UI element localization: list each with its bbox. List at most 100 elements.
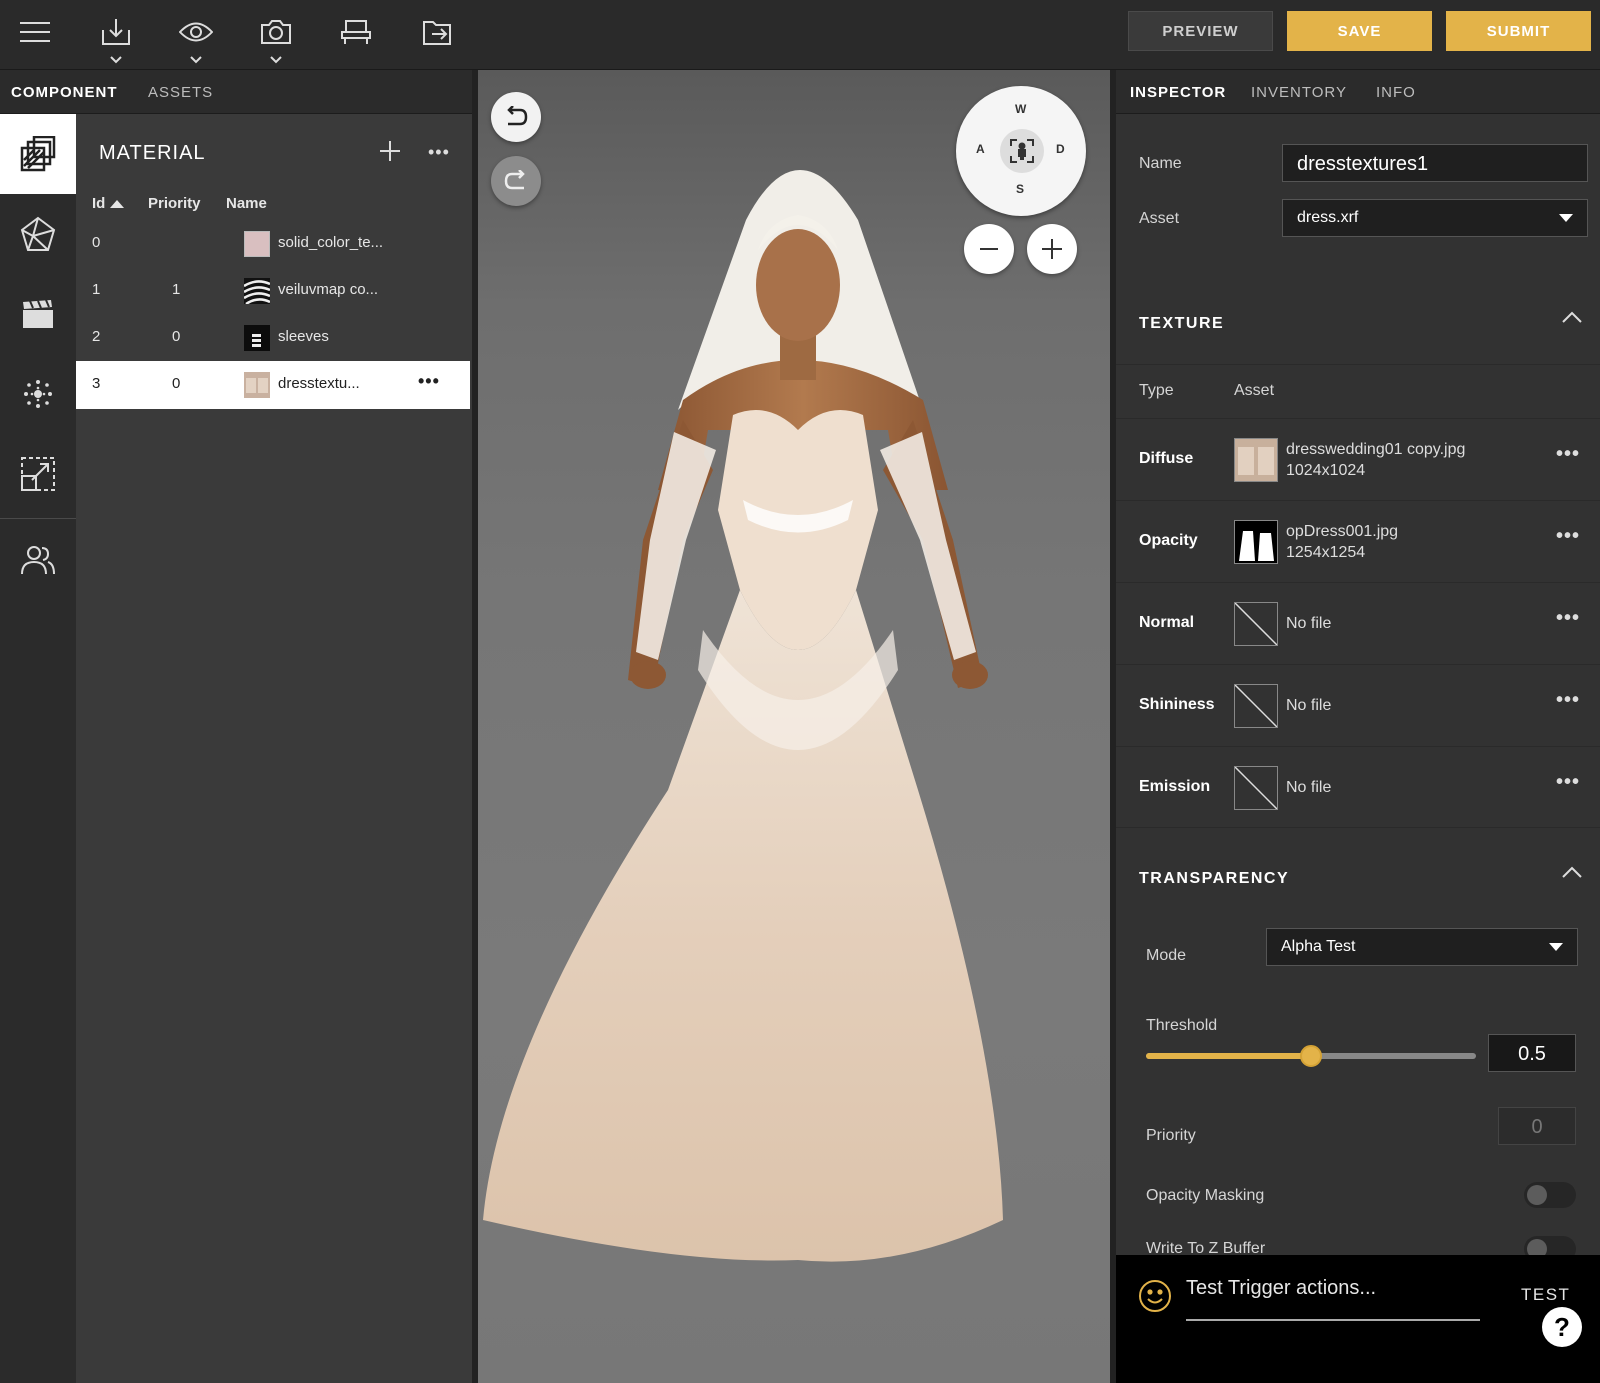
veil-texture-thumbnail [243,278,271,306]
avatar-model [483,170,1003,1262]
empty-texture-icon [1234,684,1278,728]
tab-component[interactable]: COMPONENT [11,84,118,101]
texture-row-opacity[interactable]: Opacity opDress001.jpg 1254x1254 ••• [1116,500,1600,582]
compass-a[interactable]: A [976,142,985,156]
texture-more-button[interactable]: ••• [1556,689,1580,712]
preview-button[interactable]: PREVIEW [1128,11,1273,51]
texture-type: Normal [1139,614,1195,631]
texture-more-button[interactable]: ••• [1556,607,1580,630]
undo-button[interactable] [491,92,541,142]
compass-s[interactable]: S [1016,182,1024,196]
texture-section-header[interactable]: TEXTURE [1116,285,1600,365]
rail-mesh[interactable] [0,194,76,274]
download-icon[interactable] [96,12,136,64]
threshold-input[interactable]: 0.5 [1488,1034,1576,1072]
chevron-up-icon [1562,311,1582,323]
trigger-input[interactable]: Test Trigger actions... [1186,1277,1480,1321]
plus-icon [1042,239,1062,259]
mode-dropdown[interactable]: Alpha Test [1266,928,1578,966]
focus-avatar-button[interactable] [1000,129,1044,173]
camera-icon[interactable] [256,12,296,64]
submit-button[interactable]: SUBMIT [1446,11,1591,51]
mesh-icon [20,216,56,251]
tab-inventory[interactable]: INVENTORY [1251,84,1347,101]
material-more-button[interactable]: ••• [428,142,450,163]
rail-scale[interactable] [0,434,76,514]
export-icon[interactable] [418,12,458,52]
chevron-down-icon [190,56,202,64]
row-id: 1 [92,281,101,298]
empty-texture-icon [1234,602,1278,646]
column-header-name[interactable]: Name [226,195,267,212]
row-id: 0 [92,234,101,251]
tab-info[interactable]: INFO [1376,84,1416,101]
texture-type-header: Type [1139,382,1174,399]
texture-row-emission[interactable]: Emission No file ••• [1116,746,1600,828]
row-name: veiluvmap co... [278,281,379,298]
redo-button[interactable] [491,156,541,206]
rail-users[interactable] [0,520,76,600]
rail-particles[interactable] [0,354,76,434]
texture-more-button[interactable]: ••• [1556,771,1580,794]
compass-w[interactable]: W [1015,102,1026,116]
texture-type: Emission [1139,778,1211,795]
chair-icon[interactable] [336,12,376,52]
zoom-out-button[interactable] [964,224,1014,274]
mode-label: Mode [1146,947,1187,964]
texture-more-button[interactable]: ••• [1556,525,1580,548]
threshold-slider[interactable] [1146,1045,1476,1067]
left-tab-bar: COMPONENT ASSETS [0,70,472,114]
redo-icon [504,170,525,190]
transparency-title: TRANSPARENCY [1139,870,1290,887]
menu-icon[interactable] [15,12,55,52]
texture-type: Opacity [1139,532,1198,549]
row-more-button[interactable]: ••• [418,371,440,392]
smiley-icon[interactable] [1138,1279,1172,1313]
asset-label: Asset [1139,210,1180,227]
texture-row-normal[interactable]: Normal No file ••• [1116,582,1600,664]
row-priority: 0 [172,375,181,392]
opacity-masking-toggle[interactable] [1524,1182,1576,1208]
texture-row-shininess[interactable]: Shininess No file ••• [1116,664,1600,746]
transparency-section-header[interactable]: TRANSPARENCY [1116,840,1600,920]
sort-up-icon [109,200,124,208]
clapperboard-icon [23,299,53,328]
empty-texture-icon [1234,766,1278,810]
chevron-down-icon [270,56,282,64]
help-button[interactable]: ? [1542,1307,1582,1347]
dress-texture-thumbnail [244,372,270,398]
material-title: MATERIAL [99,142,206,164]
threshold-slider-handle[interactable] [1300,1045,1322,1067]
threshold-slider-fill [1146,1053,1311,1059]
compass-d[interactable]: D [1056,142,1065,156]
texture-row-diffuse[interactable]: Diffuse dresswedding01 copy.jpg 1024x1024… [1116,418,1600,500]
asset-dropdown[interactable]: dress.xrf [1282,199,1588,237]
material-row-selected[interactable]: 3 0 dresstextu... ••• [76,361,470,409]
material-row[interactable]: 0 solid_color_te... [76,220,470,268]
texture-size: 1254x1254 [1286,544,1366,561]
eye-icon[interactable] [176,12,216,64]
material-row[interactable]: 2 0 sleeves [76,314,470,362]
opacity-masking-label: Opacity Masking [1146,1187,1265,1204]
texture-more-button[interactable]: ••• [1556,443,1580,466]
add-material-button[interactable] [380,136,400,168]
test-button[interactable]: TEST [1521,1285,1570,1305]
rail-animation[interactable] [0,274,76,354]
rail-material[interactable] [0,114,76,194]
texture-size: 1024x1024 [1286,462,1366,479]
tab-assets[interactable]: ASSETS [148,84,213,101]
zoom-in-button[interactable] [1027,224,1077,274]
tab-inspector[interactable]: INSPECTOR [1130,84,1226,101]
name-field[interactable]: dresstextures1 [1282,144,1588,182]
top-toolbar: PREVIEW SAVE SUBMIT [0,0,1600,70]
dropdown-arrow-icon [1549,943,1563,951]
camera-compass[interactable]: W A D S [956,86,1086,216]
save-button[interactable]: SAVE [1287,11,1432,51]
3d-viewport[interactable] [478,70,1110,1383]
column-header-priority[interactable]: Priority [148,195,201,212]
color-swatch [244,231,270,257]
priority-input[interactable]: 0 [1498,1107,1576,1145]
column-header-id[interactable]: Id [92,195,124,212]
material-icon [20,136,56,172]
material-row[interactable]: 1 1 veiluvmap co... [76,267,470,315]
